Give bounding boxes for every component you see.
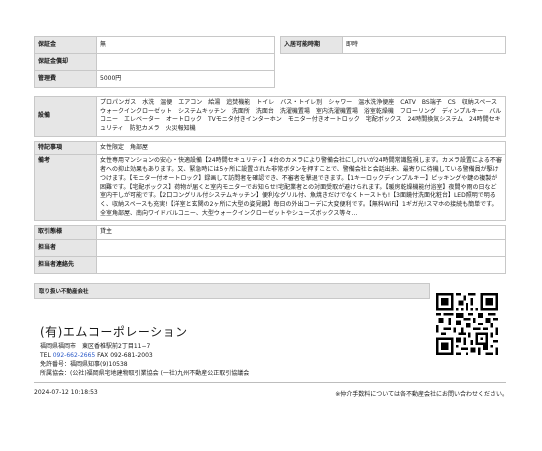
special-notes-value: 女性限定 角部屋 xyxy=(96,140,506,156)
table-row: 保証金 無 入居可能時期 即時 xyxy=(34,36,506,54)
row-label: 管理費 xyxy=(34,70,97,88)
row-value: 5000円 xyxy=(96,70,275,88)
company-info: 福岡県福岡市 東区香椎駅前2丁目11−7 TEL 092-662-2665 FA… xyxy=(40,342,249,378)
company-address: 福岡県福岡市 東区香椎駅前2丁目11−7 xyxy=(40,343,151,350)
tel-link[interactable]: 092-662-2665 xyxy=(53,352,96,359)
transaction-table: 取引態様 貸主 担当者 担当者連絡先 xyxy=(34,225,506,274)
table-row: 担当者 xyxy=(34,238,506,257)
row-value: 無 xyxy=(96,36,275,54)
fax-number: FAX 092-681-2003 xyxy=(97,352,153,359)
brokerage-note: ※仲介手数料については各不動産会社にお問い合わせください。 xyxy=(335,391,508,398)
property-detail: 保証金 無 入居可能時期 即時 保証金償却 管理費 5000円 設備 プロパンガ… xyxy=(34,36,506,299)
row-value xyxy=(96,53,275,71)
equipment-table: 設備 プロパンガス 水洗 温便 エアコン 給湯 追焚機能 トイレ バス・トイレ別… xyxy=(34,96,506,137)
row-label: 設備 xyxy=(34,96,97,137)
section-title: 取り扱い不動産会社 xyxy=(34,282,430,299)
row-label: 特記事項 xyxy=(34,140,97,156)
table-row: 取引態様 貸主 xyxy=(34,225,506,240)
row-label: 担当者連絡先 xyxy=(34,255,97,274)
equipment-value: プロパンガス 水洗 温便 エアコン 給湯 追焚機能 トイレ バス・トイレ別 シャ… xyxy=(96,96,506,137)
spacer xyxy=(275,54,506,71)
table-row: 保証金償却 xyxy=(34,53,506,71)
company-name: (有)エムコーポレーション xyxy=(40,325,188,339)
transaction-type-value: 貸主 xyxy=(96,225,506,240)
qr-code-icon xyxy=(436,293,498,355)
footer-divider xyxy=(34,382,506,383)
row-label: 入居可能時期 xyxy=(280,36,343,54)
top-info-table: 保証金 無 入居可能時期 即時 保証金償却 管理費 5000円 xyxy=(34,36,506,88)
row-label: 保証金償却 xyxy=(34,53,97,71)
row-label: 取引態様 xyxy=(34,225,97,240)
timestamp: 2024-07-12 10:18:53 xyxy=(34,389,98,396)
company-phone: TEL 092-662-2665 FAX 092-681-2003 xyxy=(40,351,249,360)
table-row: 特記事項 女性限定 角部屋 xyxy=(34,140,506,156)
tel-label: TEL xyxy=(40,352,51,359)
association: 所属協会：(公社)福岡県宅地建物取引業協会 (一社)九州不動産公正取引協議会 xyxy=(40,370,250,377)
row-value: 即時 xyxy=(342,36,506,54)
table-row: 設備 プロパンガス 水洗 温便 エアコン 給湯 追焚機能 トイレ バス・トイレ別… xyxy=(34,96,506,137)
table-row: 備考 女性専用マンションの安心・快適設備【24時間セキュリティ】4台のカメラによ… xyxy=(34,154,506,222)
table-row: 担当者連絡先 xyxy=(34,255,506,274)
row-label: 保証金 xyxy=(34,36,97,54)
row-label: 担当者 xyxy=(34,238,97,257)
remarks-value: 女性専用マンションの安心・快適設備【24時間セキュリティ】4台のカメラにより警備… xyxy=(96,154,506,222)
agent-value xyxy=(96,238,506,257)
agent-contact-value xyxy=(96,255,506,274)
table-row: 管理費 5000円 xyxy=(34,70,506,88)
row-label: 備考 xyxy=(34,154,97,222)
license-number: 免許番号：福岡県知事(9)10538 xyxy=(40,361,128,368)
notes-table: 特記事項 女性限定 角部屋 備考 女性専用マンションの安心・快適設備【24時間セ… xyxy=(34,140,506,222)
spacer xyxy=(275,71,506,88)
